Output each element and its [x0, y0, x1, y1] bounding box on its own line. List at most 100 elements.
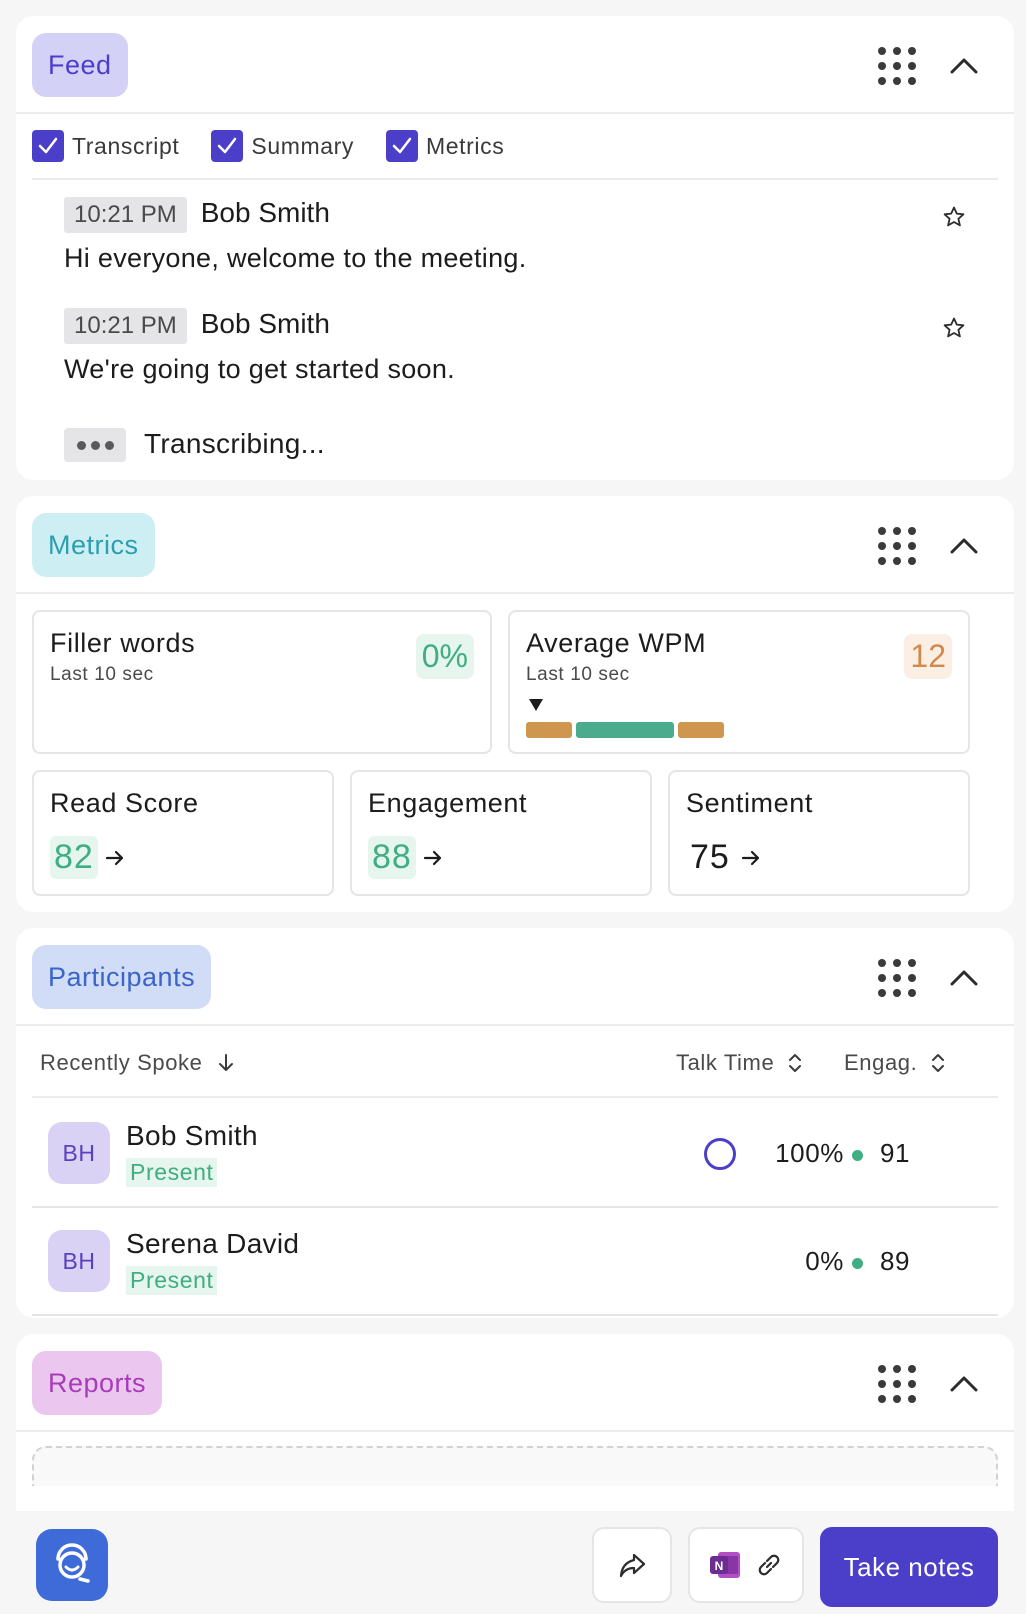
message-timestamp: 10:21 PM [64, 197, 187, 233]
report-dropzone[interactable] [32, 1446, 998, 1486]
onenote-icon: N [710, 1552, 740, 1578]
share-button[interactable] [592, 1527, 672, 1603]
metrics-panel: Metrics Filler words Last 10 sec 0% Aver… [16, 496, 1014, 912]
arrow-down-icon [218, 1054, 233, 1071]
checkbox-checked-icon[interactable] [211, 130, 244, 162]
message-text: We're going to get started soon. [64, 354, 455, 384]
chevron-up-icon[interactable] [948, 1368, 980, 1400]
card-title: Read Score [50, 788, 199, 818]
card-title: Filler words [50, 628, 196, 658]
participant-name: Serena David [126, 1228, 300, 1259]
drag-handle-icon[interactable] [878, 47, 916, 85]
message-speaker: Bob Smith [200, 197, 330, 228]
reports-header: Reports [16, 1334, 1014, 1432]
status-badge: Present [126, 1266, 218, 1295]
typing-indicator-icon [64, 428, 126, 462]
onenote-letter: N [715, 1559, 724, 1573]
read-score-card[interactable]: Read Score 82 [32, 770, 334, 896]
star-icon[interactable] [942, 316, 966, 340]
sentiment-value: 75 [690, 838, 730, 876]
reports-panel: Reports [16, 1334, 1014, 1534]
engagement-dot-icon [852, 1258, 863, 1269]
wpm-marker-icon [528, 699, 543, 711]
participants-header: Participants [16, 928, 1014, 1026]
filter-label: Transcript [72, 132, 180, 159]
participant-name: Bob Smith [126, 1120, 258, 1151]
card-subtitle: Last 10 sec [50, 664, 154, 685]
column-header: Engag. [844, 1050, 918, 1075]
reports-title: Reports [32, 1351, 163, 1415]
read-score-value: 82 [50, 836, 98, 879]
filler-value: 0% [415, 634, 474, 679]
message-timestamp: 10:21 PM [64, 308, 187, 344]
participants-panel: Participants Recently Spoke Talk Time En… [16, 928, 1014, 1318]
filter-label: Metrics [426, 132, 505, 159]
arrow-right-icon [741, 850, 759, 865]
wpm-bar-fast [678, 722, 724, 738]
card-title: Sentiment [686, 788, 813, 818]
sort-engagement[interactable]: Engag. [844, 1050, 949, 1076]
feed-message: 10:21 PM Bob Smith We're going to get sta… [64, 308, 966, 385]
arrow-right-icon [105, 850, 123, 865]
wpm-value: 12 [904, 634, 952, 679]
speaking-ring-icon [704, 1138, 736, 1170]
chevron-up-icon[interactable] [948, 962, 980, 994]
participants-title: Participants [32, 945, 212, 1009]
chevron-up-icon[interactable] [948, 530, 980, 562]
avatar: BH [48, 1122, 110, 1184]
filler-words-card[interactable]: Filler words Last 10 sec 0% [32, 610, 492, 754]
feed-title: Feed [32, 33, 128, 97]
feed-filters: Transcript Summary Metrics [32, 114, 998, 180]
metrics-header: Metrics [16, 496, 1014, 594]
drag-handle-icon[interactable] [878, 959, 916, 997]
column-header: Recently Spoke [40, 1050, 203, 1075]
checkbox-checked-icon[interactable] [386, 130, 418, 162]
feed-message: 10:21 PM Bob Smith Hi everyone, welcome t… [64, 197, 966, 274]
feed-header: Feed [16, 16, 1014, 114]
bottom-toolbar: N Take notes [0, 1511, 1026, 1614]
metrics-title: Metrics [32, 513, 155, 577]
card-title: Engagement [368, 788, 528, 818]
share-arrow-icon [619, 1553, 646, 1578]
engagement-dot-icon [852, 1150, 863, 1161]
take-notes-button[interactable]: Take notes [820, 1527, 998, 1607]
participant-row[interactable]: BH Serena David Present 0% 89 [32, 1208, 998, 1316]
chevron-up-icon[interactable] [948, 50, 980, 82]
average-wpm-card[interactable]: Average WPM Last 10 sec 12 [508, 610, 970, 754]
drag-handle-icon[interactable] [878, 527, 916, 565]
sort-talk-time[interactable]: Talk Time [676, 1050, 806, 1076]
sort-icon [789, 1054, 802, 1072]
wpm-bar-slow [526, 722, 572, 738]
participants-table-header: Recently Spoke Talk Time Engag. [32, 1026, 998, 1098]
message-speaker: Bob Smith [200, 308, 330, 339]
talk-time: 0% [805, 1246, 844, 1276]
talk-time: 100% [775, 1138, 844, 1168]
filter-summary[interactable]: Summary [211, 130, 354, 162]
drag-handle-icon[interactable] [878, 1365, 916, 1403]
column-header: Talk Time [676, 1050, 775, 1075]
engagement-score: 91 [880, 1138, 911, 1168]
app-logo-button[interactable] [36, 1529, 108, 1601]
onenote-link-button[interactable]: N [688, 1527, 804, 1603]
arrow-right-icon [423, 850, 441, 865]
card-title: Average WPM [526, 628, 707, 658]
engagement-card[interactable]: Engagement 88 [350, 770, 652, 896]
feed-panel: Feed Transcript Summary Metrics 10:21 PM… [16, 16, 1014, 480]
app-logo-icon [56, 1543, 90, 1583]
checkbox-checked-icon[interactable] [32, 130, 64, 162]
transcribing-status: Transcribing... [144, 428, 325, 459]
star-icon[interactable] [942, 205, 966, 229]
participant-row[interactable]: BH Bob Smith Present 100% 91 [32, 1100, 998, 1208]
filter-label: Summary [251, 132, 354, 159]
wpm-bar-ideal [576, 722, 674, 738]
engagement-score: 89 [880, 1246, 911, 1276]
filter-metrics[interactable]: Metrics [386, 130, 504, 162]
message-text: Hi everyone, welcome to the meeting. [64, 243, 527, 273]
sort-icon [932, 1054, 945, 1072]
sort-recently-spoke[interactable]: Recently Spoke [40, 1050, 237, 1076]
sentiment-card[interactable]: Sentiment 75 [668, 770, 970, 896]
status-badge: Present [126, 1158, 218, 1187]
filter-transcript[interactable]: Transcript [32, 130, 179, 162]
avatar: BH [48, 1230, 110, 1292]
card-subtitle: Last 10 sec [526, 664, 630, 685]
